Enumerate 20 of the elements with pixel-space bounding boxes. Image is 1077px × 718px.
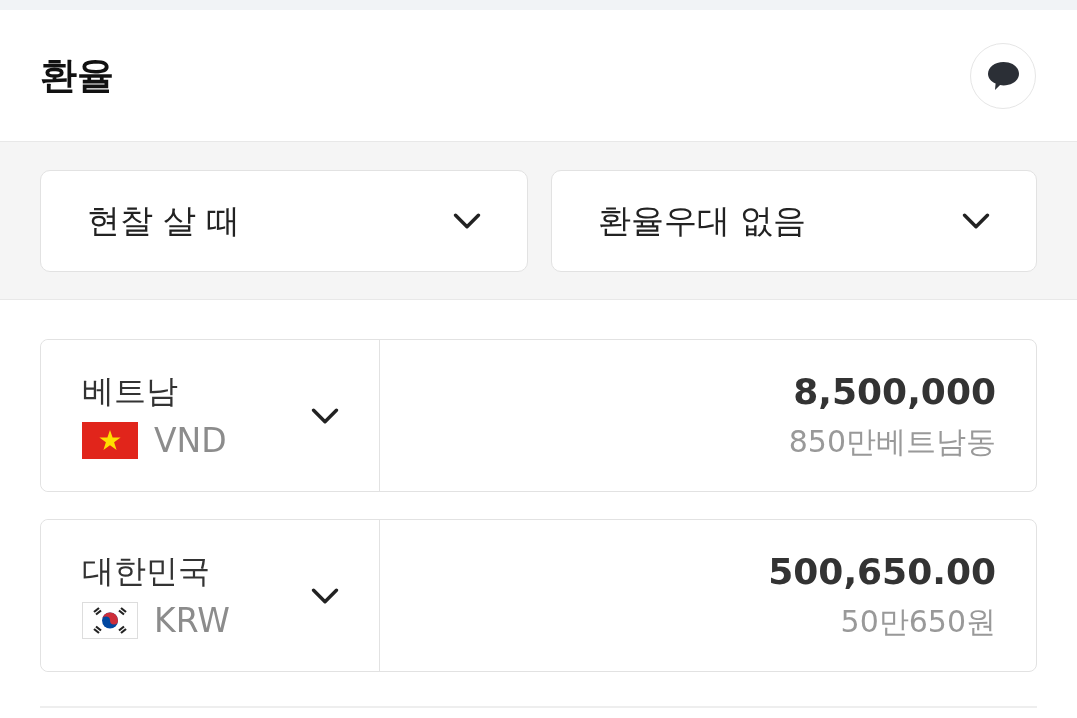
currency-code: KRW (154, 599, 230, 642)
flag-icon (82, 602, 138, 639)
amount-in-words: 50만650원 (840, 602, 996, 641)
amount-value: 500,650.00 (768, 549, 996, 594)
chevron-down-icon (311, 407, 339, 424)
flag-icon (82, 422, 138, 459)
chevron-down-icon (311, 587, 339, 604)
page-title: 환율 (40, 52, 114, 99)
currency-selector[interactable]: 대한민국 KRW (41, 520, 380, 671)
country-name: 대한민국 (82, 550, 211, 592)
dropdown-select[interactable]: 환율우대 없음 (551, 170, 1037, 272)
amount-value: 8,500,000 (793, 369, 996, 414)
currency-selector[interactable]: 베트남 VND (41, 340, 380, 491)
chevron-down-icon (453, 213, 481, 229)
chevron-down-icon (962, 213, 990, 229)
currency-code: VND (154, 419, 227, 462)
amount-in-words: 850만베트남동 (788, 422, 996, 461)
dropdown-select[interactable]: 현찰 살 때 (40, 170, 528, 272)
speech-bubble-icon (986, 60, 1020, 91)
country-name: 베트남 (82, 370, 179, 412)
